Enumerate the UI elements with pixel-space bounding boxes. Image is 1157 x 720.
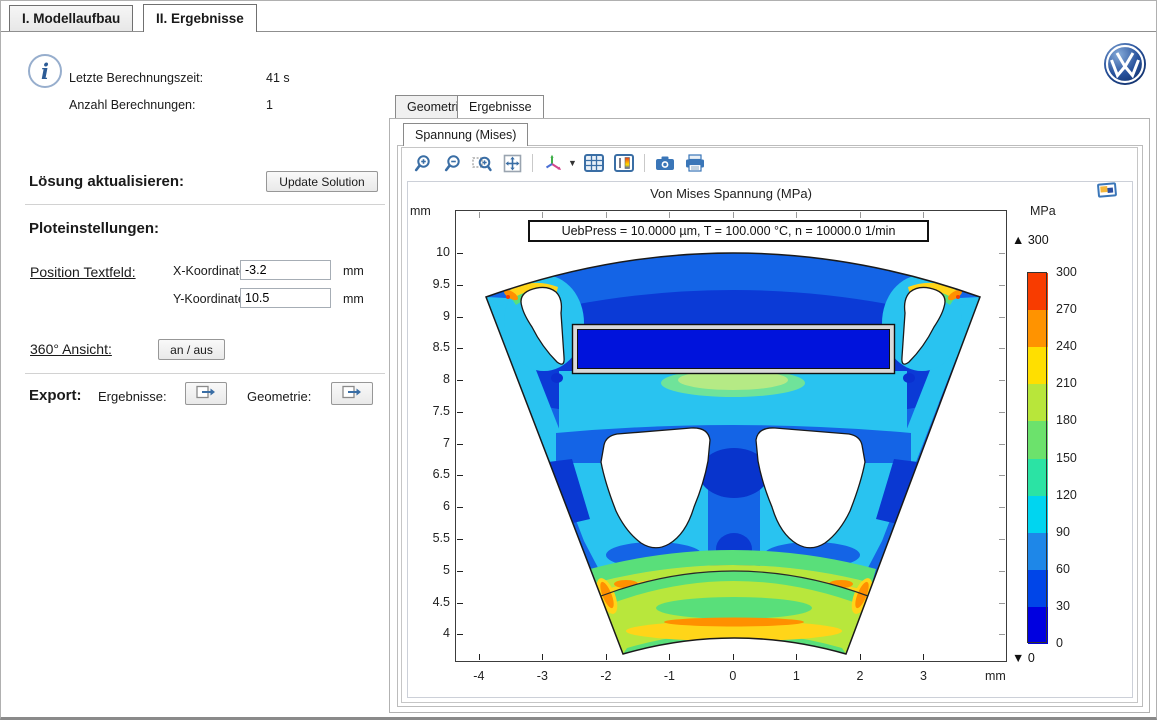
grid-icon[interactable] <box>581 151 607 175</box>
vw-logo <box>1103 42 1147 86</box>
plot-annotation-textbox: UebPress = 10.0000 µm, T = 100.000 °C, n… <box>528 220 929 242</box>
x-coordinate-input[interactable] <box>240 260 331 280</box>
y-unit-label: mm <box>343 292 364 306</box>
solution-heading: Lösung aktualisieren: <box>29 173 184 190</box>
export-icon <box>196 388 216 402</box>
position-textfield-label: Position Textfeld: <box>30 264 136 280</box>
x-coordinate-label: X-Koordinate: <box>173 264 249 278</box>
plot-title: Von Mises Spannung (MPa) <box>456 186 1006 201</box>
export-geometry-label: Geometrie: <box>247 389 311 404</box>
y-coordinate-input[interactable] <box>240 288 331 308</box>
last-calc-time-label: Letzte Berechnungszeit: <box>69 71 203 85</box>
toolbar-separator <box>532 154 533 172</box>
divider <box>25 204 385 205</box>
zoom-in-icon[interactable] <box>409 151 435 175</box>
export-results-label: Ergebnisse: <box>98 389 167 404</box>
print-icon[interactable] <box>682 151 708 175</box>
export-geometry-button[interactable] <box>331 382 373 405</box>
zoom-extents-icon[interactable] <box>499 151 525 175</box>
stress-contour-plot <box>456 211 1006 661</box>
toggle-360-button[interactable]: an / aus <box>158 339 225 360</box>
x-unit-label: mm <box>343 264 364 278</box>
view-360-label: 360° Ansicht: <box>30 341 112 357</box>
export-results-button[interactable] <box>185 382 227 405</box>
app-window: I. Modellaufbau II. Ergebnisse i Letzte … <box>0 0 1157 720</box>
info-icon: i <box>28 54 62 88</box>
divider <box>25 373 385 374</box>
zoom-box-icon[interactable] <box>469 151 495 175</box>
color-legend-icon[interactable] <box>611 151 637 175</box>
tab-spannung-mises[interactable]: Spannung (Mises) <box>403 123 528 146</box>
plot-axes-frame <box>455 210 1007 662</box>
default-view-icon[interactable] <box>540 151 566 175</box>
plot-toolbar: ▼ <box>409 151 708 175</box>
image-snapshot-icon[interactable] <box>652 151 678 175</box>
colorbar-min-marker: ▼ 0 <box>1012 651 1035 665</box>
colorbar-max-marker: ▲ 300 <box>1012 233 1049 247</box>
update-solution-button[interactable]: Update Solution <box>266 171 378 192</box>
zoom-out-icon[interactable] <box>439 151 465 175</box>
chevron-down-icon[interactable]: ▼ <box>568 158 577 168</box>
plot-window-icon[interactable] <box>1095 181 1119 200</box>
last-calc-time-value: 41 s <box>266 71 290 85</box>
calc-count-value: 1 <box>266 98 273 112</box>
tab-ergebnisse-inner[interactable]: Ergebnisse <box>457 95 544 118</box>
toolbar-separator <box>644 154 645 172</box>
plot-settings-heading: Ploteinstellungen: <box>29 220 159 237</box>
colorbar-unit: MPa <box>1030 204 1056 218</box>
y-coordinate-label: Y-Koordinate: <box>173 292 248 306</box>
tab-modellaufbau[interactable]: I. Modellaufbau <box>9 5 133 31</box>
calc-count-label: Anzahl Berechnungen: <box>69 98 195 112</box>
tab-ergebnisse[interactable]: II. Ergebnisse <box>143 4 257 32</box>
y-axis-unit: mm <box>410 204 431 218</box>
export-icon <box>342 388 362 402</box>
export-heading: Export: <box>29 387 82 404</box>
x-axis-unit: mm <box>985 669 1006 683</box>
